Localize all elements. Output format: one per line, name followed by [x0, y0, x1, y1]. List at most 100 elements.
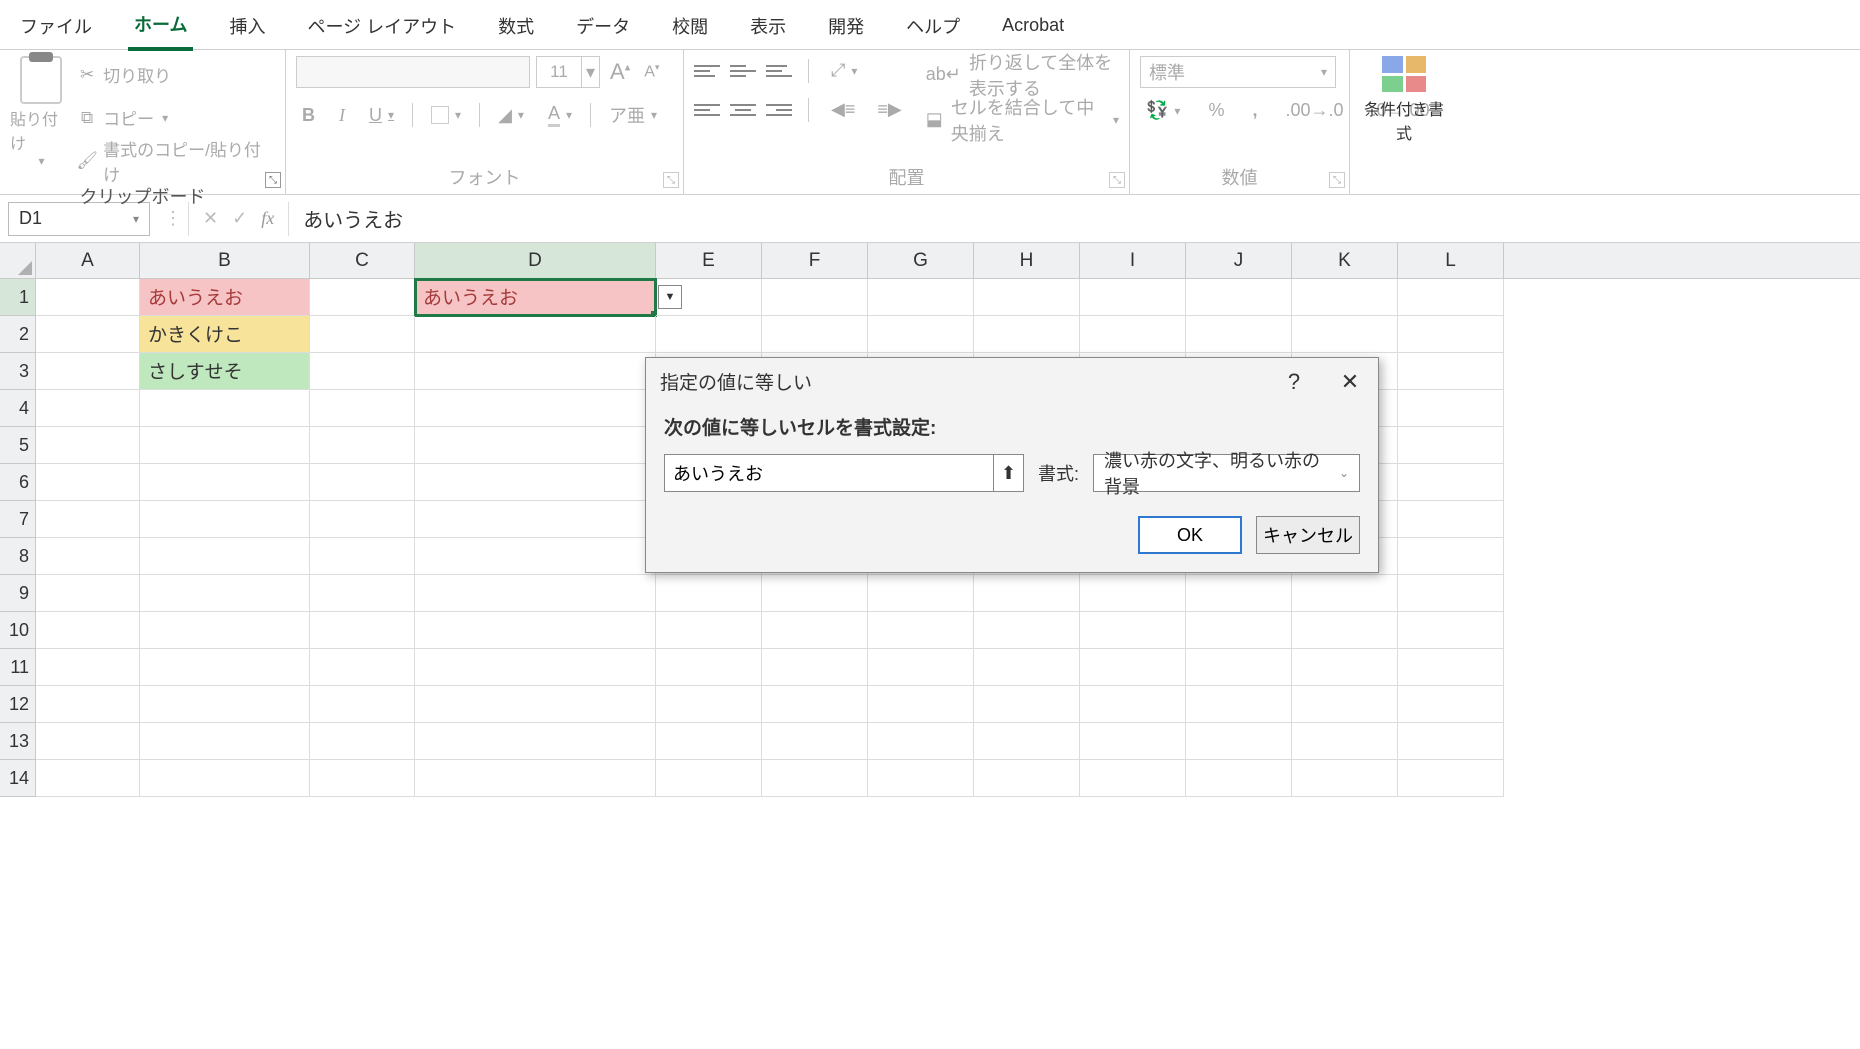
cell-G12[interactable]: [868, 686, 974, 723]
cell-E14[interactable]: [656, 760, 762, 797]
cell-L3[interactable]: [1398, 353, 1504, 390]
chevron-down-icon[interactable]: ▾: [582, 56, 600, 88]
paste-button[interactable]: 貼り付け ▾: [10, 56, 71, 168]
cell-E9[interactable]: [656, 575, 762, 612]
cell-F11[interactable]: [762, 649, 868, 686]
dialog-launcher-clipboard[interactable]: ⤡: [265, 172, 281, 188]
column-header-B[interactable]: B: [140, 243, 310, 278]
cell-A9[interactable]: [36, 575, 140, 612]
tab-help[interactable]: ヘルプ: [900, 9, 966, 49]
formula-input[interactable]: あいうえお: [289, 202, 1860, 236]
cell-I10[interactable]: [1080, 612, 1186, 649]
underline-button[interactable]: U▾: [363, 101, 400, 130]
phonetic-button[interactable]: ア亜▾: [603, 98, 663, 132]
italic-button[interactable]: I: [333, 101, 351, 130]
cell-G13[interactable]: [868, 723, 974, 760]
cell-A2[interactable]: [36, 316, 140, 353]
cell-G14[interactable]: [868, 760, 974, 797]
cell-A7[interactable]: [36, 501, 140, 538]
cell-B11[interactable]: [140, 649, 310, 686]
cell-D5[interactable]: [415, 427, 656, 464]
cell-G10[interactable]: [868, 612, 974, 649]
column-header-C[interactable]: C: [310, 243, 415, 278]
cell-F12[interactable]: [762, 686, 868, 723]
cell-D4[interactable]: [415, 390, 656, 427]
comma-button[interactable]: ,: [1246, 96, 1263, 125]
column-header-D[interactable]: D: [415, 243, 656, 278]
cell-G1[interactable]: [868, 279, 974, 316]
cell-L7[interactable]: [1398, 501, 1504, 538]
cell-G9[interactable]: [868, 575, 974, 612]
cell-L2[interactable]: [1398, 316, 1504, 353]
cell-H2[interactable]: [974, 316, 1080, 353]
cell-G2[interactable]: [868, 316, 974, 353]
help-button[interactable]: ?: [1280, 369, 1308, 395]
borders-button[interactable]: ▾: [425, 102, 467, 128]
row-header-8[interactable]: 8: [0, 538, 36, 575]
cell-K10[interactable]: [1292, 612, 1398, 649]
cell-K12[interactable]: [1292, 686, 1398, 723]
cell-A6[interactable]: [36, 464, 140, 501]
align-middle-button[interactable]: [730, 61, 756, 81]
cell-A11[interactable]: [36, 649, 140, 686]
increase-decimal-button[interactable]: .00→.0: [1279, 96, 1349, 125]
cell-J2[interactable]: [1186, 316, 1292, 353]
cell-D8[interactable]: [415, 538, 656, 575]
increase-indent-button[interactable]: ≡▶: [871, 95, 907, 124]
cell-C7[interactable]: [310, 501, 415, 538]
cell-J12[interactable]: [1186, 686, 1292, 723]
row-header-7[interactable]: 7: [0, 501, 36, 538]
cell-B6[interactable]: [140, 464, 310, 501]
cell-I1[interactable]: [1080, 279, 1186, 316]
column-header-H[interactable]: H: [974, 243, 1080, 278]
tab-formulas[interactable]: 数式: [492, 9, 540, 49]
dialog-launcher-number[interactable]: ⤡: [1329, 172, 1345, 188]
cell-B1[interactable]: あいうえお: [140, 279, 310, 316]
cell-D1[interactable]: あいうえお: [415, 279, 656, 316]
font-color-button[interactable]: A▾: [542, 99, 578, 131]
row-header-11[interactable]: 11: [0, 649, 36, 686]
cell-L5[interactable]: [1398, 427, 1504, 464]
cell-C10[interactable]: [310, 612, 415, 649]
cell-L8[interactable]: [1398, 538, 1504, 575]
cell-C12[interactable]: [310, 686, 415, 723]
cell-B10[interactable]: [140, 612, 310, 649]
cell-A10[interactable]: [36, 612, 140, 649]
cell-D7[interactable]: [415, 501, 656, 538]
cell-A13[interactable]: [36, 723, 140, 760]
cell-D2[interactable]: [415, 316, 656, 353]
cell-J1[interactable]: [1186, 279, 1292, 316]
align-left-button[interactable]: [694, 100, 720, 120]
tab-acrobat[interactable]: Acrobat: [996, 11, 1070, 46]
cell-F2[interactable]: [762, 316, 868, 353]
cell-E2[interactable]: [656, 316, 762, 353]
row-header-12[interactable]: 12: [0, 686, 36, 723]
align-right-button[interactable]: [766, 100, 792, 120]
cell-E11[interactable]: [656, 649, 762, 686]
cell-E13[interactable]: [656, 723, 762, 760]
cell-F9[interactable]: [762, 575, 868, 612]
decrease-indent-button[interactable]: ◀≡: [825, 95, 861, 124]
ok-button[interactable]: OK: [1138, 516, 1242, 554]
row-header-4[interactable]: 4: [0, 390, 36, 427]
row-header-1[interactable]: 1: [0, 279, 36, 316]
cell-C2[interactable]: [310, 316, 415, 353]
cell-C9[interactable]: [310, 575, 415, 612]
percent-button[interactable]: %: [1202, 96, 1230, 125]
cell-C4[interactable]: [310, 390, 415, 427]
tab-file[interactable]: ファイル: [14, 9, 98, 49]
cancel-button[interactable]: キャンセル: [1256, 516, 1360, 554]
cell-C3[interactable]: [310, 353, 415, 390]
align-center-button[interactable]: [730, 100, 756, 120]
column-header-J[interactable]: J: [1186, 243, 1292, 278]
tab-developer[interactable]: 開発: [822, 9, 870, 49]
cell-L1[interactable]: [1398, 279, 1504, 316]
cell-B3[interactable]: さしすせそ: [140, 353, 310, 390]
column-header-A[interactable]: A: [36, 243, 140, 278]
cell-J10[interactable]: [1186, 612, 1292, 649]
cell-K13[interactable]: [1292, 723, 1398, 760]
cell-B4[interactable]: [140, 390, 310, 427]
cell-K9[interactable]: [1292, 575, 1398, 612]
cell-I2[interactable]: [1080, 316, 1186, 353]
cell-C6[interactable]: [310, 464, 415, 501]
